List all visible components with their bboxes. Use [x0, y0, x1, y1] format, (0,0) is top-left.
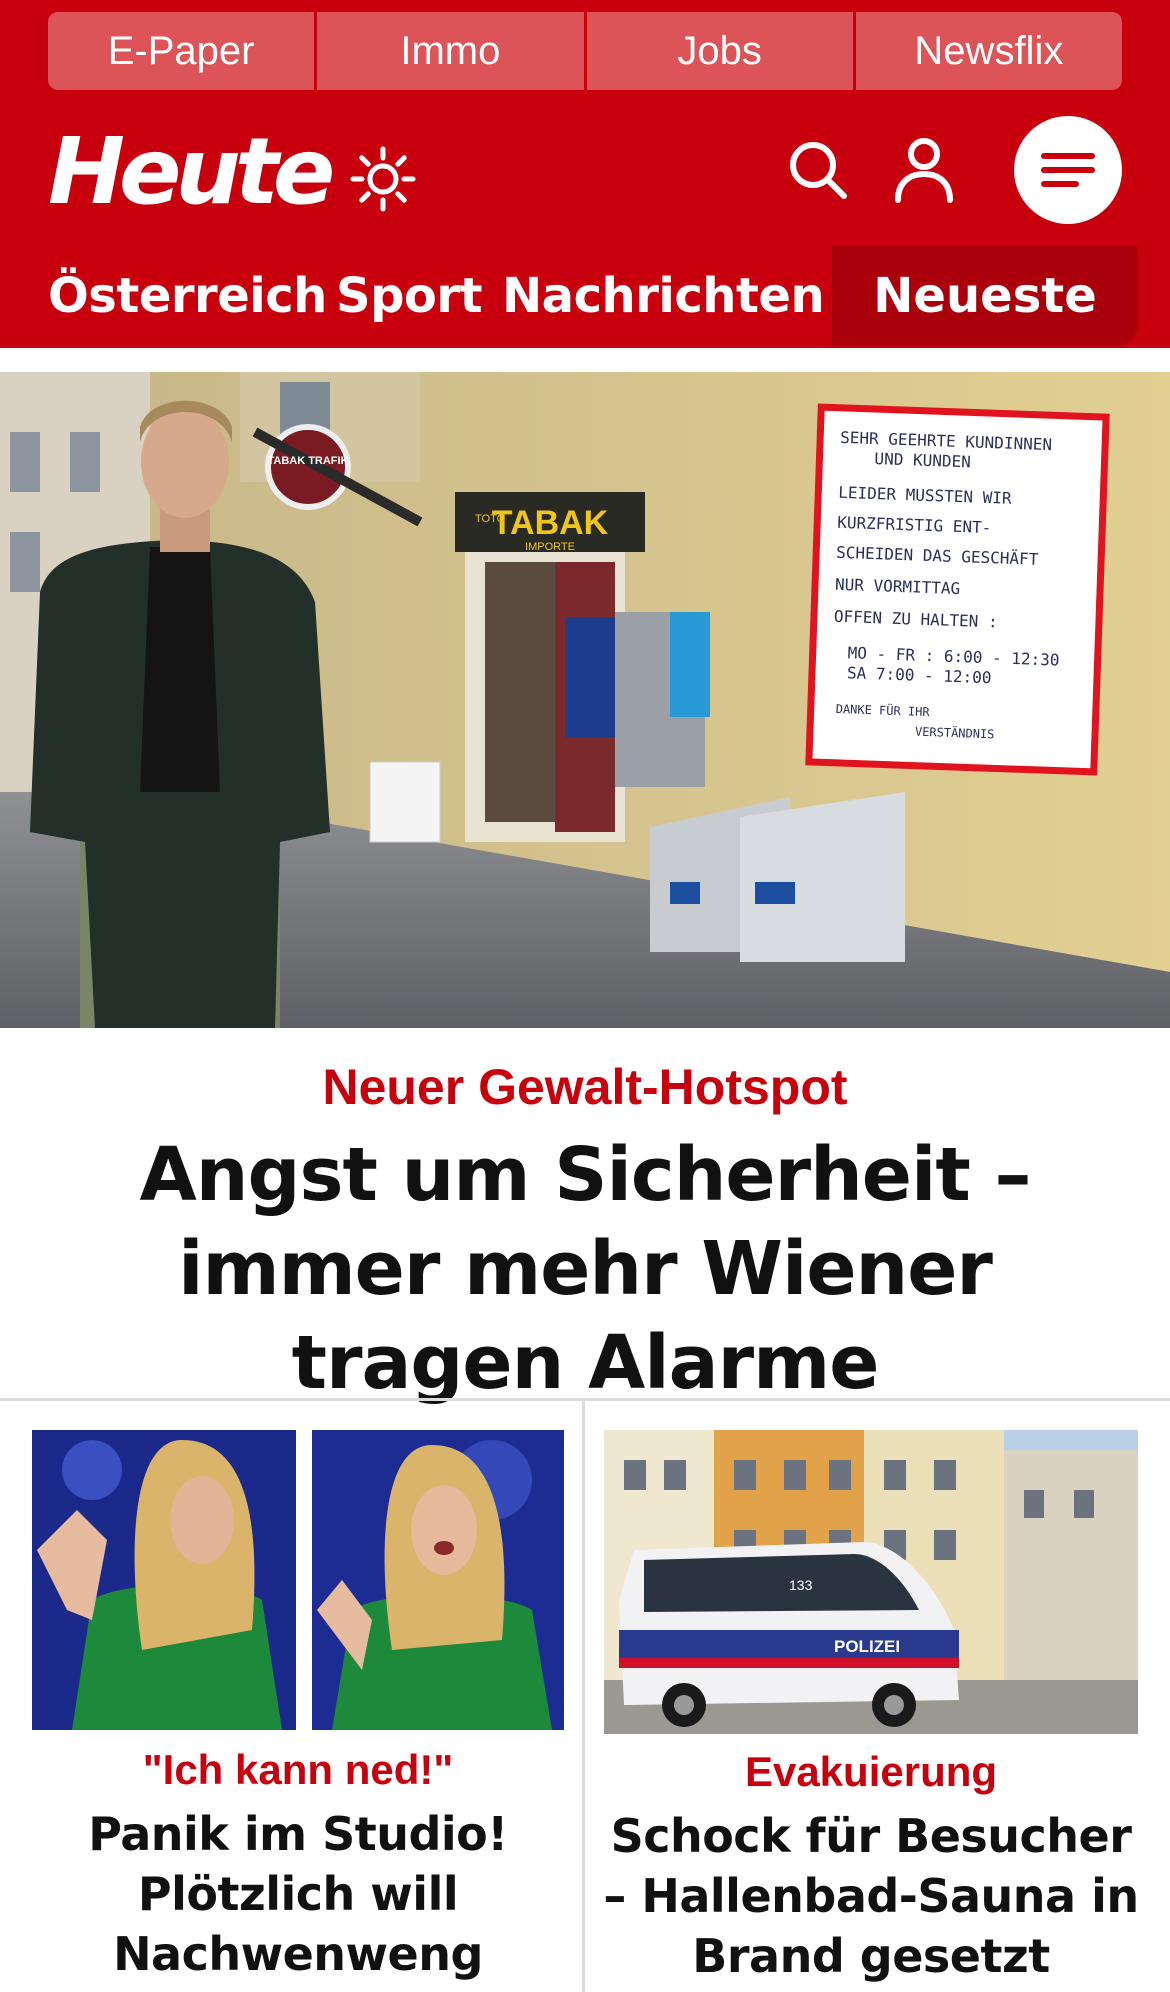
nav-item-neueste[interactable]: Neueste [832, 246, 1138, 346]
toto-sign: TOTO [475, 513, 506, 525]
hero-headline[interactable]: Angst um Sicherheit – immer mehr Wiener … [40, 1128, 1130, 1410]
top-link-jobs[interactable]: Jobs [586, 12, 853, 90]
brand-row: Heute [0, 106, 1170, 236]
user-icon[interactable] [892, 136, 956, 204]
top-link-newsflix[interactable]: Newsflix [855, 12, 1122, 90]
teaser-image-studio[interactable] [32, 1430, 564, 1730]
site-logo[interactable]: Heute [48, 126, 335, 218]
teaser-kicker-studio[interactable]: "Ich kann ned!" [20, 1746, 576, 1794]
divider-vertical [582, 1400, 585, 1992]
teaser-headline-sauna[interactable]: Schock für Besucher – Hallenbad-Sauna in… [596, 1806, 1146, 1986]
studio-photo [32, 1430, 564, 1730]
shop-sign: TABAK [492, 504, 609, 542]
top-links-bar: E-Paper Immo Jobs Newsflix [48, 12, 1122, 90]
svg-text:VERSTÄNDNIS: VERSTÄNDNIS [915, 724, 995, 742]
svg-text:UND KUNDEN: UND KUNDEN [874, 449, 971, 471]
nav-item-sport[interactable]: Sport [336, 268, 483, 324]
main-nav: Österreich Sport Nachrichten Neueste [0, 246, 1170, 348]
search-icon[interactable] [786, 138, 850, 202]
hero-photo: TABAK IMPORTE TOTO TABAK TRAFIK SEHR GEE… [0, 372, 1170, 1028]
sun-icon[interactable] [350, 146, 416, 212]
top-link-epaper[interactable]: E-Paper [48, 12, 315, 90]
shop-sign-sub: IMPORTE [525, 541, 575, 553]
divider-horizontal [0, 1398, 1170, 1401]
trafik-sign: TABAK TRAFIK [267, 455, 348, 467]
menu-button[interactable] [1014, 116, 1122, 224]
top-link-immo[interactable]: Immo [317, 12, 584, 90]
site-header: E-Paper Immo Jobs Newsflix Heute Österre… [0, 0, 1170, 348]
van-label: POLIZEI [834, 1637, 900, 1656]
teaser-kicker-evakuierung[interactable]: Evakuierung [596, 1748, 1146, 1796]
teaser-headline-studio[interactable]: Panik im Studio! Plötzlich will Nachwenw… [20, 1804, 576, 1992]
hero-kicker[interactable]: Neuer Gewalt-Hotspot [0, 1058, 1170, 1116]
nav-item-nachrichten[interactable]: Nachrichten [502, 268, 825, 324]
teaser-image-police[interactable]: POLIZEI 133 [604, 1430, 1138, 1734]
menu-icon [1041, 153, 1095, 187]
police-photo: POLIZEI 133 [604, 1430, 1138, 1734]
hero-image[interactable]: TABAK IMPORTE TOTO TABAK TRAFIK SEHR GEE… [0, 372, 1170, 1028]
van-number: 133 [789, 1577, 813, 1593]
nav-item-oesterreich[interactable]: Österreich [48, 268, 327, 324]
